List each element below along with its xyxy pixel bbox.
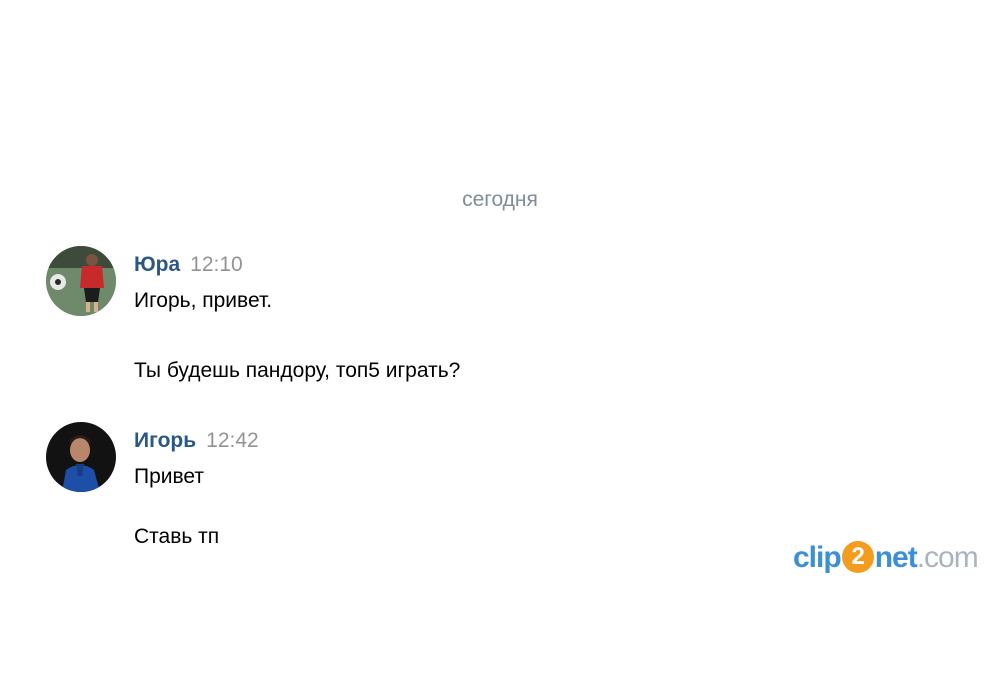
author-name[interactable]: Юра [134, 253, 180, 276]
author-name[interactable]: Игорь [134, 429, 196, 452]
date-divider: сегодня [462, 188, 538, 211]
watermark-text: clip [793, 541, 842, 574]
avatar[interactable] [46, 246, 116, 316]
message-header: Юра 12:10 [134, 250, 914, 280]
message-text: Ты будешь пандору, топ5 играть? [134, 359, 461, 382]
watermark-text: net [874, 541, 918, 574]
message-text: Игорь, привет. [134, 289, 273, 312]
message-body: Юра 12:10 Игорь, привет. Ты будешь пандор… [134, 250, 914, 386]
message-time[interactable]: 12:10 [190, 253, 243, 276]
watermark-text: .com [916, 541, 979, 574]
user-avatar-photo-icon [46, 422, 116, 492]
avatar[interactable] [46, 422, 116, 492]
message-text: Привет [134, 465, 205, 488]
user-avatar-photo-icon [46, 246, 116, 316]
message-body: Игорь 12:42 Привет Ставь тп [134, 426, 914, 552]
message-time[interactable]: 12:42 [206, 429, 259, 452]
message-header: Игорь 12:42 [134, 426, 914, 456]
watermark-logo: clip 2 net.com [793, 538, 979, 578]
watermark-badge: 2 [841, 541, 874, 573]
